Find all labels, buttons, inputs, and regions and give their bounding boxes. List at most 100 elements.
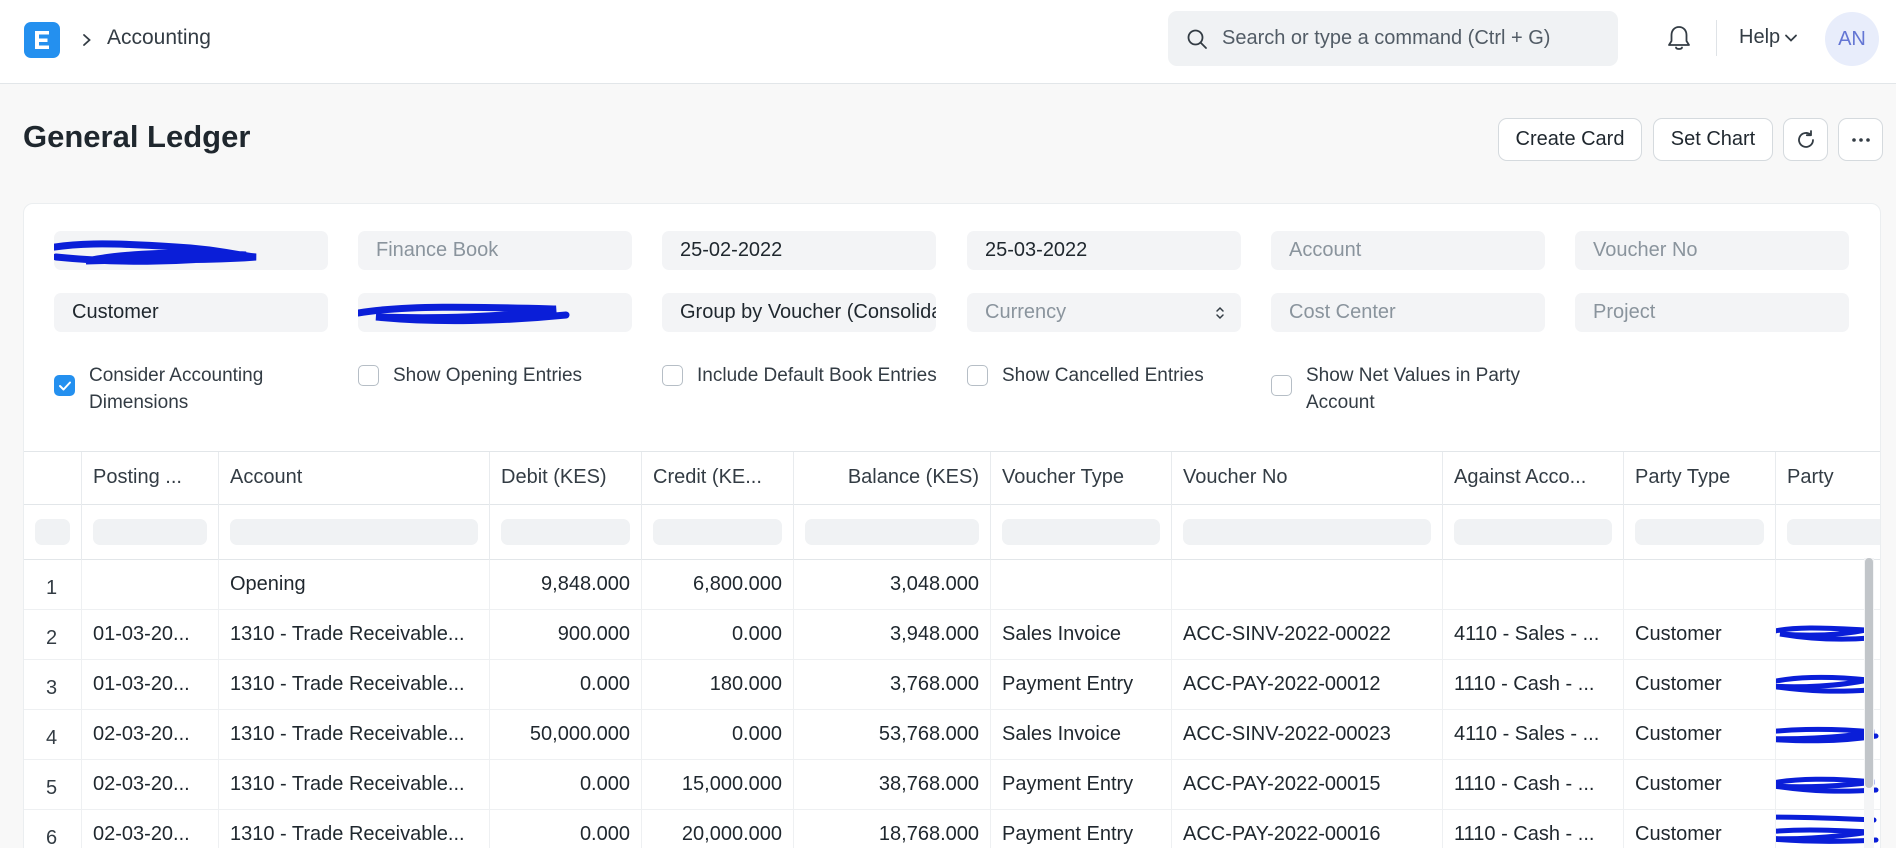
cell-account[interactable]: 1310 - Trade Receivable... <box>219 760 490 809</box>
filter-input[interactable] <box>1454 519 1612 545</box>
column-header-voucher-no[interactable]: Voucher No <box>1172 452 1443 505</box>
cell-posting-date[interactable]: 02-03-20... <box>82 810 219 848</box>
create-card-button[interactable]: Create Card <box>1498 118 1642 161</box>
chevron-down-icon[interactable] <box>1784 33 1798 43</box>
column-header-account[interactable]: Account <box>219 452 490 505</box>
cell-voucher-type[interactable]: Sales Invoice <box>991 610 1172 659</box>
cell-voucher-type[interactable]: Payment Entry <box>991 810 1172 848</box>
filter-input[interactable] <box>1787 519 1880 545</box>
account-field[interactable]: Account <box>1271 231 1545 270</box>
checkbox-unchecked[interactable] <box>1271 375 1292 396</box>
avatar[interactable]: AN <box>1825 12 1879 66</box>
cell-posting-date[interactable]: 02-03-20... <box>82 760 219 809</box>
company-field[interactable] <box>54 231 328 270</box>
cell-credit[interactable]: 0.000 <box>642 610 794 659</box>
checkbox-unchecked[interactable] <box>358 365 379 386</box>
column-header-voucher-type[interactable]: Voucher Type <box>991 452 1172 505</box>
table-row[interactable]: 4 02-03-20... 1310 - Trade Receivable...… <box>24 710 1880 760</box>
cell-voucher-no[interactable]: ACC-PAY-2022-00015 <box>1172 760 1443 809</box>
checkbox-checked[interactable] <box>54 375 75 396</box>
cell-voucher-type[interactable] <box>991 560 1172 609</box>
filter-input[interactable] <box>1183 519 1431 545</box>
breadcrumb-accounting[interactable]: Accounting <box>107 26 211 50</box>
cell-account[interactable]: 1310 - Trade Receivable... <box>219 810 490 848</box>
from-date-field[interactable]: 25-02-2022 <box>662 231 936 270</box>
filter-input[interactable] <box>35 519 70 545</box>
app-logo-icon[interactable] <box>24 22 60 58</box>
column-header-balance[interactable]: Balance (KES) <box>794 452 991 505</box>
cell-voucher-type[interactable]: Payment Entry <box>991 760 1172 809</box>
cell-voucher-type[interactable]: Payment Entry <box>991 660 1172 709</box>
cell-debit[interactable]: 9,848.000 <box>490 560 642 609</box>
cell-debit[interactable]: 900.000 <box>490 610 642 659</box>
cell-debit[interactable]: 50,000.000 <box>490 710 642 759</box>
cell-credit[interactable]: 15,000.000 <box>642 760 794 809</box>
cell-voucher-type[interactable]: Sales Invoice <box>991 710 1172 759</box>
cell-balance[interactable]: 38,768.000 <box>794 760 991 809</box>
cell-voucher-no[interactable] <box>1172 560 1443 609</box>
cell-credit[interactable]: 6,800.000 <box>642 560 794 609</box>
filter-input[interactable] <box>93 519 207 545</box>
cell-account[interactable]: 1310 - Trade Receivable... <box>219 610 490 659</box>
table-row[interactable]: 1 Opening 9,848.000 6,800.000 3,048.000 <box>24 560 1880 610</box>
cell-posting-date[interactable]: 01-03-20... <box>82 610 219 659</box>
search-bar[interactable]: Search or type a command (Ctrl + G) <box>1168 11 1618 66</box>
cell-against-account[interactable]: 1110 - Cash - ... <box>1443 810 1624 848</box>
cell-credit[interactable]: 180.000 <box>642 660 794 709</box>
cell-party-type[interactable]: Customer <box>1624 810 1776 848</box>
cell-party-type[interactable]: Customer <box>1624 760 1776 809</box>
column-header-party[interactable]: Party <box>1776 452 1880 505</box>
cell-account[interactable]: 1310 - Trade Receivable... <box>219 710 490 759</box>
cell-debit[interactable]: 0.000 <box>490 810 642 848</box>
party-field[interactable] <box>358 293 632 332</box>
checkbox-include-default-book-entries[interactable]: Include Default Book Entries <box>662 362 937 389</box>
party-type-field[interactable]: Customer <box>54 293 328 332</box>
cell-debit[interactable]: 0.000 <box>490 660 642 709</box>
cell-balance[interactable]: 3,948.000 <box>794 610 991 659</box>
cell-credit[interactable]: 20,000.000 <box>642 810 794 848</box>
set-chart-button[interactable]: Set Chart <box>1653 118 1773 161</box>
table-row[interactable]: 3 01-03-20... 1310 - Trade Receivable...… <box>24 660 1880 710</box>
checkbox-show-cancelled-entries[interactable]: Show Cancelled Entries <box>967 362 1204 389</box>
cell-posting-date[interactable] <box>82 560 219 609</box>
project-field[interactable]: Project <box>1575 293 1849 332</box>
table-row[interactable]: 6 02-03-20... 1310 - Trade Receivable...… <box>24 810 1880 848</box>
group-by-select[interactable]: Group by Voucher (Consolidated) <box>662 293 936 332</box>
cell-against-account[interactable]: 1110 - Cash - ... <box>1443 760 1624 809</box>
column-header-credit[interactable]: Credit (KE... <box>642 452 794 505</box>
cell-credit[interactable]: 0.000 <box>642 710 794 759</box>
cell-party-type[interactable] <box>1624 560 1776 609</box>
column-header-against-account[interactable]: Against Acco... <box>1443 452 1624 505</box>
cell-party-type[interactable]: Customer <box>1624 710 1776 759</box>
refresh-button[interactable] <box>1783 118 1828 161</box>
filter-input[interactable] <box>1635 519 1764 545</box>
cell-account[interactable]: 1310 - Trade Receivable... <box>219 660 490 709</box>
checkbox-unchecked[interactable] <box>967 365 988 386</box>
cell-balance[interactable]: 3,048.000 <box>794 560 991 609</box>
cell-against-account[interactable]: 4110 - Sales - ... <box>1443 710 1624 759</box>
cell-against-account[interactable] <box>1443 560 1624 609</box>
cell-party-type[interactable]: Customer <box>1624 610 1776 659</box>
checkbox-show-opening-entries[interactable]: Show Opening Entries <box>358 362 582 389</box>
help-menu[interactable]: Help <box>1739 26 1780 49</box>
checkbox-consider-accounting-dimensions[interactable]: Consider Accounting Dimensions <box>54 362 324 416</box>
filter-input[interactable] <box>805 519 979 545</box>
column-header-posting-date[interactable]: Posting ... <box>82 452 219 505</box>
finance-book-field[interactable]: Finance Book <box>358 231 632 270</box>
filter-input[interactable] <box>1002 519 1160 545</box>
cell-balance[interactable]: 18,768.000 <box>794 810 991 848</box>
cost-center-field[interactable]: Cost Center <box>1271 293 1545 332</box>
cell-against-account[interactable]: 1110 - Cash - ... <box>1443 660 1624 709</box>
checkbox-show-net-values[interactable]: Show Net Values in Party Account <box>1271 362 1541 416</box>
cell-against-account[interactable]: 4110 - Sales - ... <box>1443 610 1624 659</box>
scrollbar-thumb[interactable] <box>1865 558 1873 788</box>
cell-voucher-no[interactable]: ACC-SINV-2022-00022 <box>1172 610 1443 659</box>
currency-select[interactable]: Currency <box>967 293 1241 332</box>
cell-voucher-no[interactable]: ACC-SINV-2022-00023 <box>1172 710 1443 759</box>
voucher-no-field[interactable]: Voucher No <box>1575 231 1849 270</box>
bell-icon[interactable] <box>1666 24 1692 52</box>
column-header-debit[interactable]: Debit (KES) <box>490 452 642 505</box>
cell-debit[interactable]: 0.000 <box>490 760 642 809</box>
cell-balance[interactable]: 3,768.000 <box>794 660 991 709</box>
filter-input[interactable] <box>230 519 478 545</box>
